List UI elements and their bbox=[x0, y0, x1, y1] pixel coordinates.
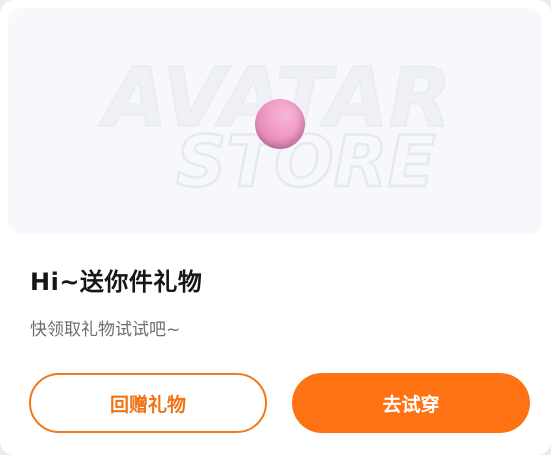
dialog-subtitle: 快领取礼物试试吧~ bbox=[30, 320, 181, 340]
try-on-button[interactable]: 去试穿 bbox=[292, 373, 530, 433]
try-on-button-label: 去试穿 bbox=[382, 393, 440, 416]
gift-dialog: AVATAR STORE Hi~送你件礼物 快领取礼物试试吧~ 回赠礼物 去试穿 bbox=[0, 0, 551, 455]
dialog-title: Hi~送你件礼物 bbox=[30, 268, 203, 296]
avatar-store-banner: AVATAR STORE bbox=[8, 8, 542, 234]
watermark-line2: STORE bbox=[176, 121, 435, 203]
return-gift-button-label: 回赠礼物 bbox=[109, 393, 186, 416]
gift-ball-image bbox=[255, 99, 305, 149]
return-gift-button[interactable]: 回赠礼物 bbox=[29, 373, 267, 433]
